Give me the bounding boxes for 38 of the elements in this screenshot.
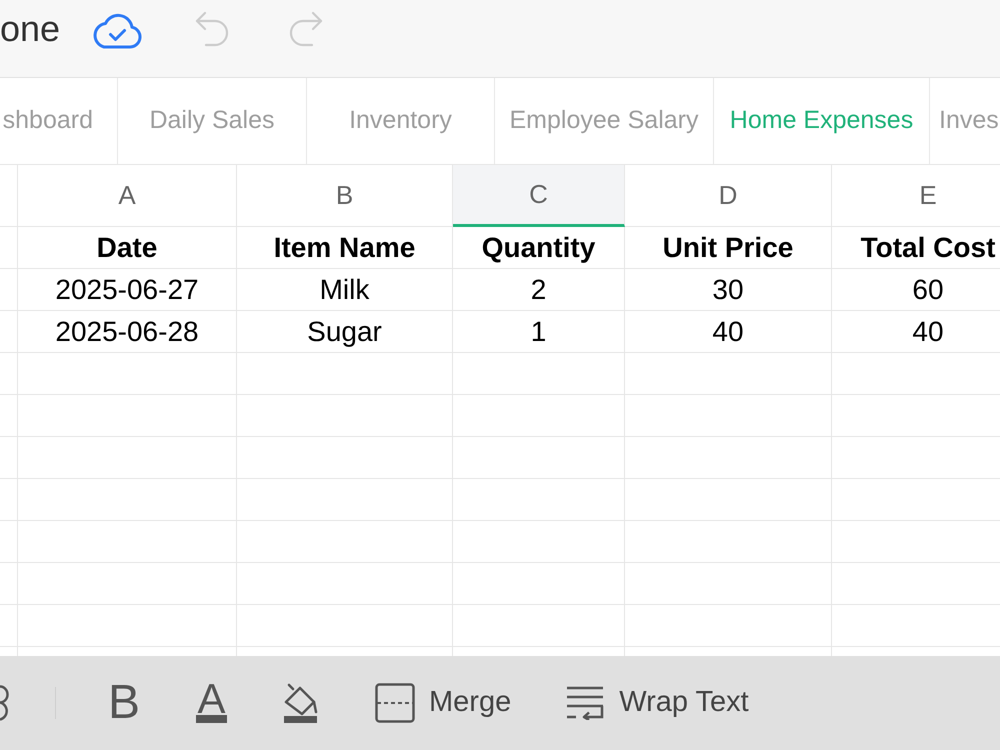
cut-off-icon — [0, 684, 10, 722]
table-cell: 30 — [625, 269, 832, 311]
column-header[interactable]: C — [453, 165, 625, 227]
table-cell: Sugar — [237, 311, 453, 353]
column-heading: Unit Price — [625, 227, 832, 269]
row-header[interactable] — [0, 605, 18, 647]
row-header[interactable] — [0, 437, 18, 479]
column-header[interactable]: A — [18, 165, 237, 227]
table-cell: 40 — [625, 311, 832, 353]
row-header[interactable] — [0, 479, 18, 521]
table-cell: 2 — [453, 269, 625, 311]
paint-bucket-icon — [283, 682, 320, 724]
table-cell: 1 — [453, 311, 625, 353]
row-header[interactable] — [0, 353, 18, 395]
lines-arrow-icon — [567, 686, 606, 720]
column-header[interactable]: D — [625, 165, 832, 227]
color-bar-icon — [196, 715, 228, 723]
row-header[interactable] — [0, 521, 18, 563]
table-cell: 2025-06-27 — [18, 269, 237, 311]
row-header[interactable] — [0, 311, 18, 353]
column-heading: Item Name — [237, 227, 453, 269]
table-cell: 2025-06-28 — [18, 311, 237, 353]
document-title: one — [0, 10, 60, 46]
column-heading: Date — [18, 227, 237, 269]
undo-icon — [194, 10, 230, 48]
row-header[interactable] — [0, 227, 18, 269]
row-header[interactable] — [0, 269, 18, 311]
row-header[interactable] — [0, 395, 18, 437]
column-header[interactable]: B — [237, 165, 453, 227]
wrap-text-button[interactable]: Wrap Text — [559, 679, 757, 727]
column-heading: Quantity — [453, 227, 625, 269]
redo-icon — [288, 10, 324, 48]
bold-button[interactable]: B — [100, 675, 148, 731]
text-color-button[interactable]: A — [188, 681, 236, 725]
dashed-box-icon — [375, 683, 416, 723]
row-header[interactable] — [0, 563, 18, 605]
merge-button[interactable]: Merge — [367, 679, 520, 727]
table-cell: Milk — [237, 269, 453, 311]
